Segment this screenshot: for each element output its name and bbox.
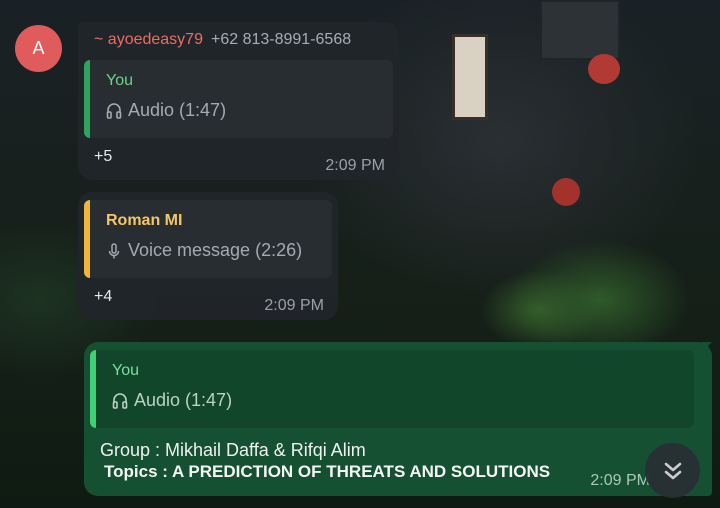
quote-author: You (112, 362, 139, 379)
quote-bar (90, 350, 96, 428)
outgoing-message-bubble[interactable]: You Audio (1:47) Group : Mikhail Daffa &… (84, 342, 712, 496)
outgoing-bubble-tail (702, 342, 712, 352)
quote-author: Roman MI (106, 212, 183, 229)
microphone-icon (108, 242, 120, 258)
message-time: 2:09 PM (590, 472, 650, 489)
message-time: 2:09 PM (264, 297, 324, 314)
wallpaper-lantern (552, 178, 580, 206)
quote-text: Audio (1:47) (134, 390, 233, 410)
quote-subtitle: Audio (1:47) (106, 100, 226, 121)
sender-line: ~ ayoedeasy79 +62 813-8991-6568 (94, 31, 351, 49)
quote-text: Voice message (2:26) (128, 240, 303, 260)
message-time: 2:09 PM (325, 157, 385, 174)
message-text-topics: Topics : A PREDICTION OF THREATS AND SOL… (104, 462, 551, 481)
reply-quote[interactable]: You Audio (1:47) (84, 60, 393, 138)
double-chevron-down-icon (664, 462, 681, 479)
quote-author: You (106, 72, 133, 89)
headphones-icon (112, 392, 128, 409)
wallpaper-sign (452, 34, 488, 120)
incoming-message-bubble[interactable]: Roman MI Voice message (2:26) +4 2:09 PM (78, 192, 338, 320)
reply-count: +5 (94, 148, 113, 165)
reply-count: +4 (94, 288, 113, 305)
wallpaper-flower (588, 54, 620, 84)
incoming-message-bubble[interactable]: ~ ayoedeasy79 +62 813-8991-6568 You Audio… (78, 22, 399, 180)
quote-bar (84, 200, 90, 278)
scroll-to-bottom-button[interactable] (645, 443, 700, 498)
quote-bar (84, 60, 90, 138)
message-text-group: Group : Mikhail Daffa & Rifqi Alim (100, 440, 366, 460)
reply-quote[interactable]: You Audio (1:47) (90, 350, 694, 428)
quote-subtitle: Voice message (2:26) (106, 240, 302, 261)
sender-avatar[interactable]: A (15, 25, 62, 72)
reply-quote[interactable]: Roman MI Voice message (2:26) (84, 200, 332, 278)
sender-name[interactable]: ~ ayoedeasy79 (94, 31, 203, 48)
wallpaper-shelf (540, 0, 620, 60)
headphones-icon (106, 102, 122, 119)
sender-phone: +62 813-8991-6568 (210, 31, 352, 48)
avatar-initial: A (32, 38, 45, 58)
quote-text: Audio (1:47) (128, 100, 227, 120)
quote-subtitle: Audio (1:47) (112, 390, 232, 411)
